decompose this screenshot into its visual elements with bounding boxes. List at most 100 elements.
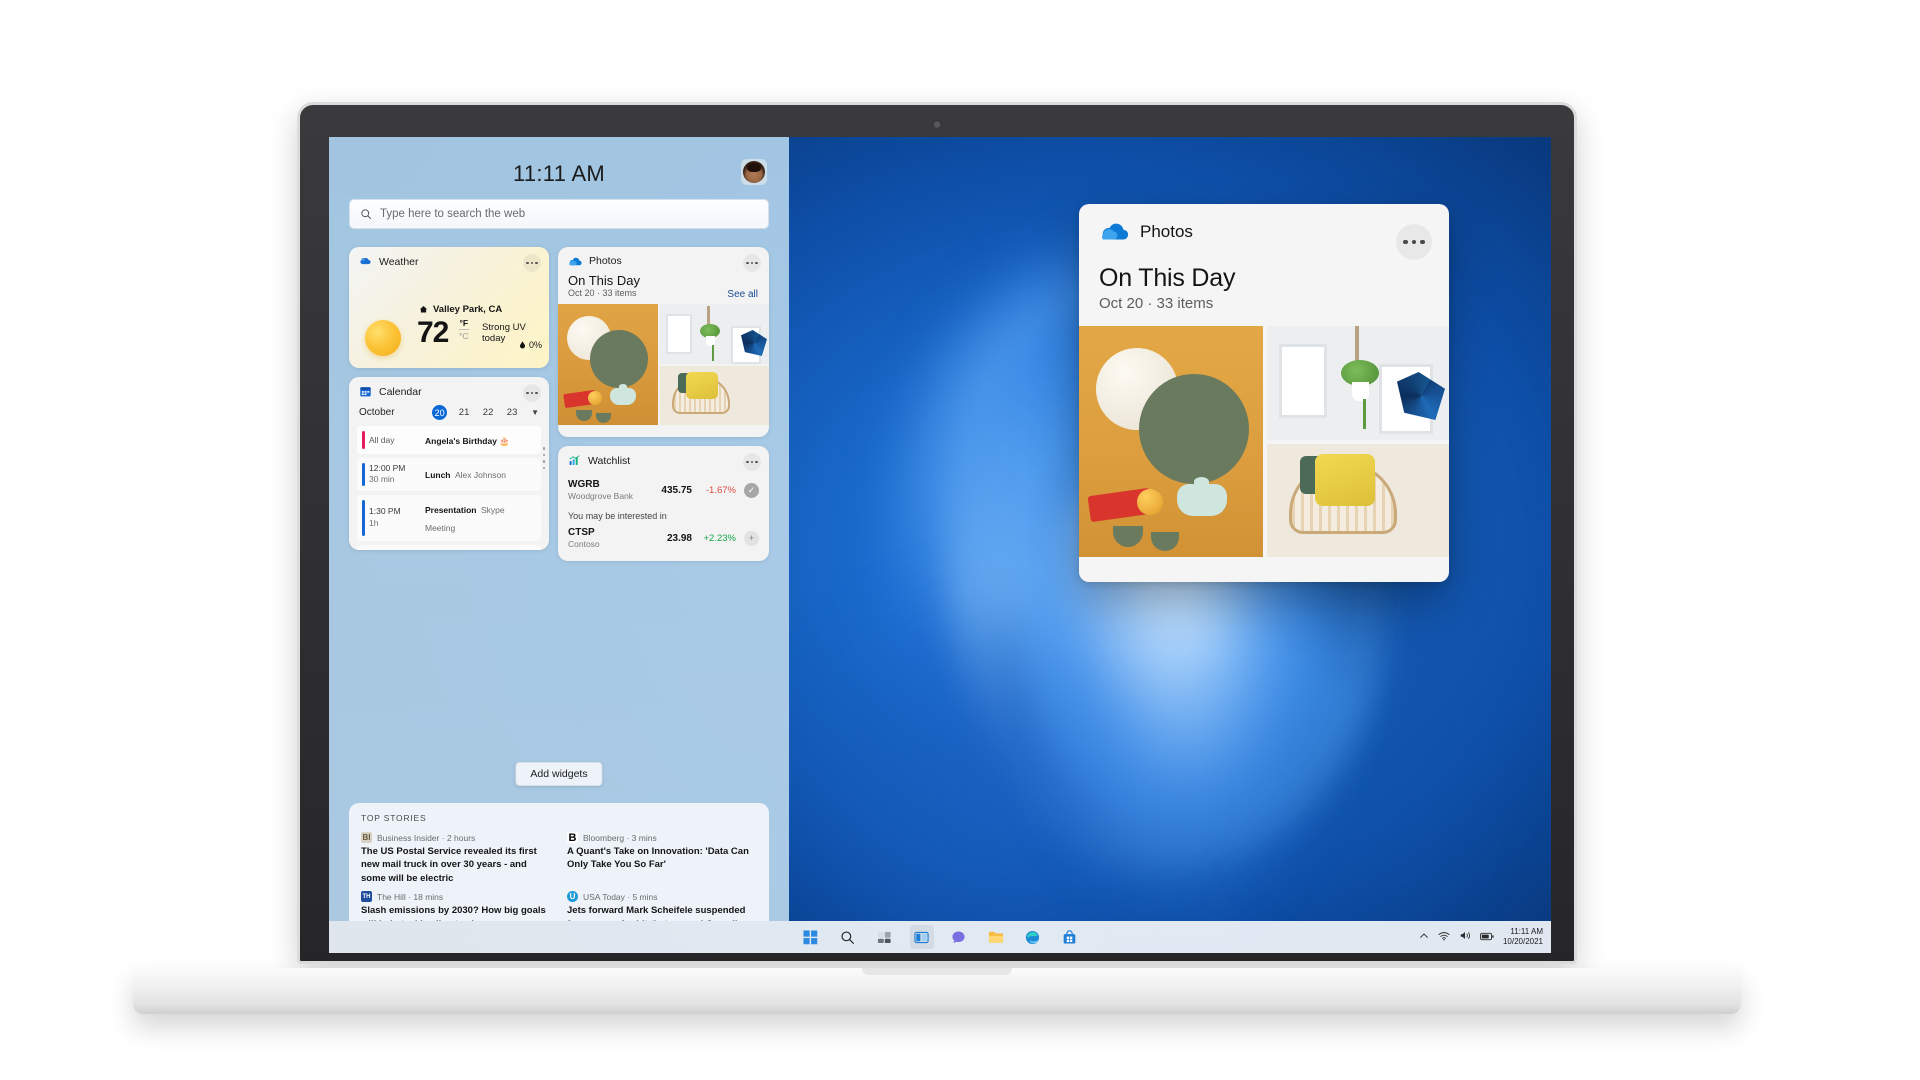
stock-price: 435.75: [661, 484, 692, 496]
floating-photos-panel[interactable]: Photos On This Day Oct 20 · 33 items See…: [1079, 204, 1449, 582]
photo-thumbnail-2[interactable]: [660, 304, 769, 364]
photos-widget-title: Photos: [589, 255, 622, 267]
stock-symbol: CTSP: [568, 527, 595, 539]
weather-more-button[interactable]: [523, 254, 541, 272]
battery-icon: [1480, 932, 1494, 941]
news-story-4[interactable]: U USA Today · 5 mins Jets forward Mark S…: [567, 891, 757, 921]
photo-thumbnail-3[interactable]: [660, 365, 769, 425]
calendar-icon: [360, 387, 371, 397]
calendar-day-21[interactable]: 21: [457, 407, 471, 418]
calendar-day-23[interactable]: 23: [505, 407, 519, 418]
sun-icon: [365, 320, 401, 356]
search-icon: [841, 930, 854, 944]
battery-button[interactable]: [1480, 928, 1494, 946]
calendar-scrollbar[interactable]: [542, 447, 545, 469]
photos-widget-see-all-link[interactable]: See all: [727, 289, 758, 300]
event-duration: 30 min: [369, 474, 395, 485]
stock-change: -1.67%: [705, 484, 736, 496]
photos-widget[interactable]: Photos On This Day Oct 20 · 33 items See…: [558, 247, 769, 437]
calendar-widget[interactable]: Calendar October 20 21 22 23 ▼ All day A…: [349, 377, 549, 550]
stock-symbol: WGRB: [568, 479, 600, 490]
event-color-bar: [362, 463, 365, 486]
add-widgets-button[interactable]: Add widgets: [515, 762, 603, 786]
weather-cloud-icon: [360, 257, 371, 265]
calendar-more-button[interactable]: [523, 384, 541, 402]
watchlist-widget[interactable]: Watchlist WGRB Woodgrove Bank 435.75 -1.…: [558, 446, 769, 561]
edge-button[interactable]: [1021, 925, 1045, 949]
weather-temperature: 72: [417, 316, 449, 349]
task-view-button[interactable]: [909, 925, 934, 949]
photos-widget-more-button[interactable]: [743, 254, 761, 272]
onedrive-cloud-icon: [569, 257, 582, 265]
stock-add-icon[interactable]: +: [744, 530, 759, 546]
onedrive-cloud-icon: [1102, 223, 1129, 240]
floating-photos-thumbnail-grid: [1079, 326, 1449, 557]
chat-button[interactable]: [947, 925, 971, 949]
taskbar-clock[interactable]: 11:11 AM 10/20/2021: [1503, 927, 1543, 948]
store-button[interactable]: [1058, 925, 1082, 949]
calendar-title: Calendar: [379, 385, 422, 398]
event-title: Presentation: [425, 504, 477, 515]
show-hidden-icons-button[interactable]: [1419, 928, 1429, 946]
calendar-event-lunch[interactable]: 12:00 PM 30 min Lunch Alex Johnson: [357, 458, 541, 491]
store-bag-icon: [1063, 929, 1076, 943]
event-duration: 1h: [369, 517, 379, 528]
news-source-icon: BI: [361, 832, 372, 843]
event-time: 12:00 PM: [369, 463, 406, 473]
event-time: 1:30 PM: [369, 506, 401, 517]
widgets-board: 11:11 AM Type here to search the web Wea…: [329, 137, 789, 921]
stock-company: Contoso: [568, 539, 600, 550]
floating-photos-more-button[interactable]: [1396, 224, 1432, 260]
weather-title: Weather: [379, 255, 419, 268]
weather-unit-c: °C: [459, 328, 469, 341]
calendar-event-allday[interactable]: All day Angela's Birthday 🎂: [357, 426, 541, 454]
wifi-button[interactable]: [1438, 928, 1450, 946]
system-tray: 11:11 AM 10/20/2021: [1419, 927, 1543, 948]
search-button[interactable]: [836, 925, 860, 949]
photo-thumbnail-2[interactable]: [1267, 326, 1449, 440]
stock-company: Woodgrove Bank: [568, 491, 634, 501]
weather-units[interactable]: °F °C: [459, 318, 469, 341]
taskbar: 11:11 AM 10/20/2021: [329, 921, 1551, 953]
photos-widget-heading: On This Day: [568, 273, 641, 288]
calendar-day-22[interactable]: 22: [481, 407, 495, 418]
news-story-2[interactable]: B Bloomberg · 3 mins A Quant's Take on I…: [567, 832, 757, 885]
calendar-day-20[interactable]: 20: [432, 405, 448, 420]
stock-price: 23.98: [666, 532, 692, 544]
news-headline: The US Postal Service revealed its first…: [361, 846, 537, 884]
home-icon: [419, 306, 428, 313]
wifi-icon: [1438, 932, 1450, 941]
start-button[interactable]: [799, 925, 823, 949]
search-input[interactable]: Type here to search the web: [349, 199, 769, 229]
stock-following-icon[interactable]: ✓: [744, 482, 759, 498]
avatar[interactable]: [741, 159, 767, 185]
watchlist-row-ctsp[interactable]: CTSP Contoso 23.98 +2.23% +: [558, 523, 769, 553]
photo-thumbnail-1[interactable]: [1079, 326, 1263, 557]
calendar-event-presentation[interactable]: 1:30 PM 1h Presentation Skype Meeting: [357, 494, 541, 541]
news-source-icon: B: [567, 831, 578, 844]
widgets-button[interactable]: [873, 925, 897, 949]
news-story-3[interactable]: TH The Hill · 18 mins Slash emissions by…: [361, 891, 551, 921]
webcam-icon: [932, 120, 942, 129]
watchlist-more-button[interactable]: [743, 453, 761, 471]
photo-thumbnail-1[interactable]: [558, 304, 658, 425]
widgets-column-left: Weather Valley Park, CA 72 °F °C Strong …: [349, 247, 549, 550]
file-explorer-button[interactable]: [984, 925, 1008, 949]
news-source-label: USA Today · 5 mins: [583, 891, 658, 902]
watchlist-row-wgrb[interactable]: WGRB Woodgrove Bank 435.75 -1.67% ✓: [558, 475, 769, 505]
photo-thumbnail-3[interactable]: [1267, 443, 1449, 557]
weather-precipitation: 0%: [519, 340, 542, 350]
calendar-day-strip: October 20 21 22 23 ▼: [349, 402, 549, 426]
calendar-event-studio-time[interactable]: 6:00 PM 3h Studio Time Conf Rm 32/35: [357, 544, 541, 550]
event-color-bar: [362, 431, 365, 449]
floating-photos-heading: On This Day: [1099, 264, 1236, 292]
news-headline: A Quant's Take on Innovation: 'Data Can …: [567, 846, 749, 871]
chevron-down-icon[interactable]: ▼: [531, 408, 539, 417]
news-story-1[interactable]: BI Business Insider · 2 hours The US Pos…: [361, 832, 551, 885]
weather-widget[interactable]: Weather Valley Park, CA 72 °F °C Strong …: [349, 247, 549, 368]
taskbar-time: 11:11 AM: [1510, 926, 1543, 936]
volume-button[interactable]: [1459, 928, 1471, 946]
weather-location-text: Valley Park, CA: [433, 304, 503, 315]
event-color-bar: [362, 499, 365, 536]
watchlist-title: Watchlist: [588, 454, 631, 467]
